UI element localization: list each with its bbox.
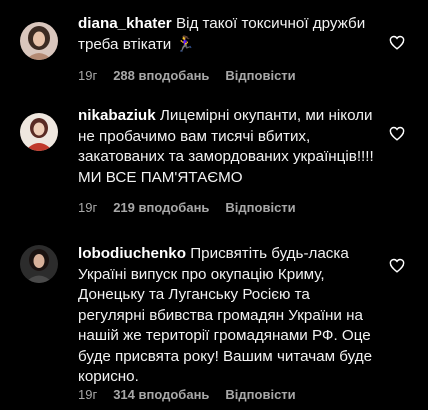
avatar[interactable] bbox=[20, 22, 58, 60]
comment-meta: 19г 314 вподобань Відповісти bbox=[78, 387, 312, 402]
reply-button[interactable]: Відповісти bbox=[225, 68, 295, 83]
comment-body: Присвятіть будь-ласка Україні випуск про… bbox=[78, 245, 373, 385]
comment-time: 19г bbox=[78, 68, 98, 83]
comment-username[interactable]: diana_khater bbox=[78, 15, 172, 32]
comment-meta: 19г 288 вподобань Відповісти bbox=[78, 68, 312, 83]
comment-time: 19г bbox=[78, 387, 98, 402]
heart-outline-icon[interactable] bbox=[389, 258, 405, 273]
comment-text: diana_khater Від такої токсичної дружби … bbox=[78, 14, 378, 55]
comment-text: nikabaziuk Лицемірні окупанти, ми ніколи… bbox=[78, 106, 378, 188]
avatar[interactable] bbox=[20, 245, 58, 283]
comment-text: lobodiuchenko Присвятіть будь-ласка Укра… bbox=[78, 244, 378, 388]
likes-count[interactable]: 219 вподобань bbox=[113, 200, 209, 215]
likes-count[interactable]: 314 вподобань bbox=[113, 387, 209, 402]
comment-username[interactable]: lobodiuchenko bbox=[78, 245, 186, 262]
avatar[interactable] bbox=[20, 113, 58, 151]
heart-outline-icon[interactable] bbox=[389, 35, 405, 50]
reply-button[interactable]: Відповісти bbox=[225, 200, 295, 215]
reply-button[interactable]: Відповісти bbox=[225, 387, 295, 402]
comment-meta: 19г 219 вподобань Відповісти bbox=[78, 200, 312, 215]
heart-outline-icon[interactable] bbox=[389, 126, 405, 141]
comment-username[interactable]: nikabaziuk bbox=[78, 107, 156, 124]
likes-count[interactable]: 288 вподобань bbox=[113, 68, 209, 83]
comment-time: 19г bbox=[78, 200, 98, 215]
